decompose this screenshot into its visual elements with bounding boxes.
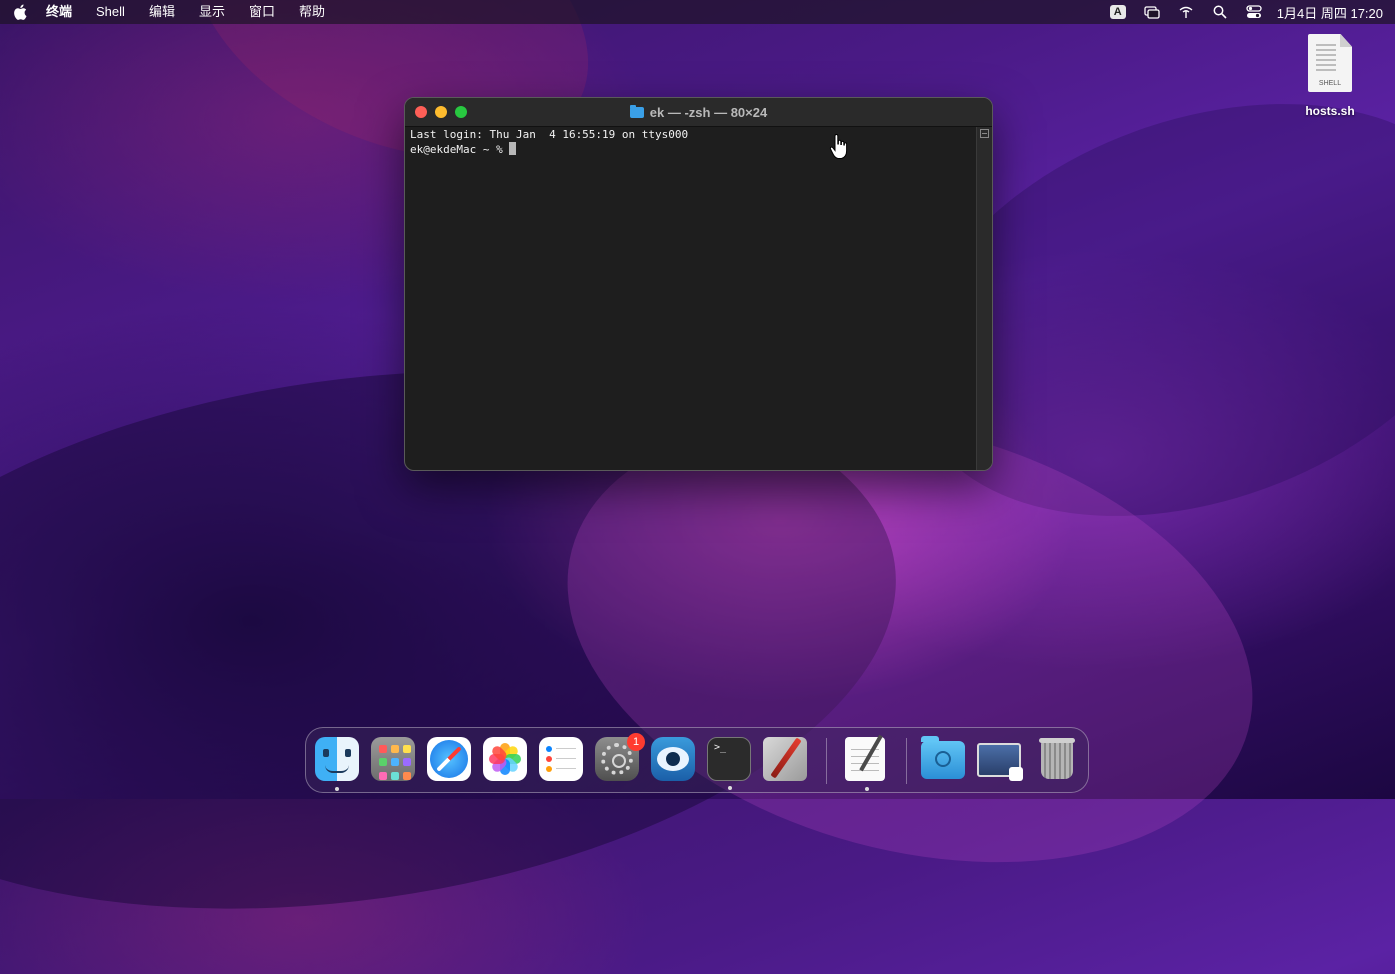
terminal-prompt-line: ek@ekdeMac ~ % <box>410 142 975 157</box>
terminal-scrollbar[interactable] <box>976 127 992 470</box>
photos-icon[interactable] <box>483 737 527 781</box>
window-title: ek — -zsh — 80×24 <box>405 98 992 126</box>
wifi-icon[interactable] <box>1169 0 1203 24</box>
window-title-text: ek — -zsh — 80×24 <box>649 104 768 120</box>
terminal-line: Last login: Thu Jan 4 16:55:19 on ttys00… <box>410 128 689 141</box>
preview-icon[interactable] <box>977 743 1023 781</box>
shell-script-icon: SHELL <box>1308 34 1352 92</box>
terminal-prompt: ek@ekdeMac ~ % <box>410 143 510 156</box>
menu-app-name[interactable]: 终端 <box>40 0 84 24</box>
running-indicator <box>728 786 732 790</box>
running-indicator <box>335 787 339 791</box>
menu-shell[interactable]: Shell <box>84 0 137 24</box>
folder-icon <box>629 104 644 118</box>
notes-icon[interactable] <box>845 734 885 791</box>
menu-help[interactable]: 帮助 <box>287 0 337 24</box>
launchpad-icon[interactable] <box>371 737 415 781</box>
menu-window[interactable]: 窗口 <box>237 0 287 24</box>
screen-mirroring-icon[interactable] <box>1135 0 1169 24</box>
dock-separator <box>826 738 827 784</box>
terminal-output[interactable]: Last login: Thu Jan 4 16:55:19 on ttys00… <box>410 128 975 464</box>
dock-separator <box>906 738 907 784</box>
input-method-label: A <box>1109 5 1126 19</box>
menu-bar: 终端 Shell 编辑 显示 窗口 帮助 A 1月4日 周四 17:20 <box>0 0 1395 24</box>
text-cursor <box>509 142 517 155</box>
terminal-glyph: >_ <box>714 742 727 753</box>
input-method-icon[interactable]: A <box>1101 0 1135 24</box>
reminders-icon[interactable] <box>539 737 583 781</box>
notification-badge: 1 <box>627 733 645 751</box>
menu-clock[interactable]: 1月4日 周四 17:20 <box>1271 3 1383 22</box>
menu-edit[interactable]: 编辑 <box>137 0 187 24</box>
terminal-window[interactable]: ek — -zsh — 80×24 Last login: Thu Jan 4 … <box>404 97 993 471</box>
menu-view[interactable]: 显示 <box>187 0 237 24</box>
spotlight-search-icon[interactable] <box>1203 0 1237 24</box>
finder-icon[interactable] <box>315 737 359 791</box>
window-titlebar[interactable]: ek — -zsh — 80×24 <box>405 98 992 127</box>
trash-icon[interactable] <box>1035 737 1079 781</box>
textedit-icon[interactable] <box>763 737 807 781</box>
apple-logo-icon[interactable] <box>0 0 40 24</box>
desktop-file-hosts[interactable]: SHELL hosts.sh <box>1296 34 1364 118</box>
split-pane-icon[interactable] <box>980 129 989 138</box>
dock: 1 >_ <box>305 727 1089 793</box>
file-type-label: SHELL <box>1318 80 1342 87</box>
safari-icon[interactable] <box>427 737 471 781</box>
desktop-file-name: hosts.sh <box>1305 104 1355 118</box>
terminal-icon[interactable]: >_ <box>707 737 751 790</box>
system-preferences-icon[interactable]: 1 <box>595 733 645 781</box>
control-center-icon[interactable] <box>1237 0 1271 24</box>
downloads-folder-icon[interactable] <box>921 736 965 779</box>
running-indicator <box>865 787 869 791</box>
hand-pointer-icon <box>829 134 848 159</box>
proxyman-icon[interactable] <box>651 737 695 781</box>
